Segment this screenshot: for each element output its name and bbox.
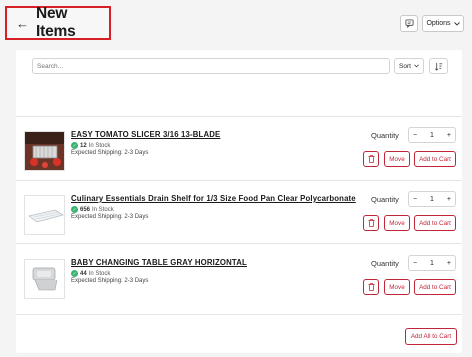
sort-order-icon: [435, 62, 443, 71]
move-button[interactable]: Move: [384, 151, 410, 167]
page-header: ← New Items Options: [0, 0, 472, 45]
stock-count: 44: [80, 270, 87, 277]
changing-table-image: [25, 260, 64, 298]
stock-count: 656: [80, 206, 91, 213]
quantity-value[interactable]: 1: [430, 196, 434, 203]
minus-icon[interactable]: −: [413, 196, 417, 203]
quantity-label: Quantity: [371, 259, 399, 268]
product-image: [24, 259, 65, 299]
check-icon: ✓: [71, 206, 78, 213]
shipping-estimate: Expected Shipping: 2-3 Days: [71, 214, 149, 220]
chevron-down-icon: [453, 21, 460, 26]
quantity-stepper[interactable]: − 1 +: [408, 255, 456, 271]
stock-status: ✓ 44 In Stock: [71, 270, 110, 277]
quantity-label: Quantity: [371, 195, 399, 204]
quantity-stepper[interactable]: − 1 +: [408, 191, 456, 207]
plus-icon[interactable]: +: [447, 260, 451, 267]
divider: [16, 243, 462, 244]
plus-icon[interactable]: +: [447, 132, 451, 139]
chevron-down-icon: [414, 64, 419, 68]
items-panel: Sort EASY TOMATO SLICER 3/16 13-BLADE: [16, 50, 462, 353]
stock-status: ✓ 12 In Stock: [71, 142, 110, 149]
product-image: [24, 131, 65, 171]
back-arrow-icon[interactable]: ←: [16, 17, 29, 30]
add-all-to-cart-button[interactable]: Add All to Cart: [405, 328, 457, 345]
quantity-label: Quantity: [371, 131, 399, 140]
trash-icon: [368, 219, 374, 227]
product-image: [24, 195, 65, 235]
minus-icon[interactable]: −: [413, 260, 417, 267]
quantity-value[interactable]: 1: [430, 260, 434, 267]
stock-label: In Stock: [88, 142, 111, 149]
stock-count: 12: [80, 142, 87, 149]
stock-status: ✓ 656 In Stock: [71, 206, 114, 213]
trash-icon: [368, 283, 374, 291]
list-item: BABY CHANGING TABLE GRAY HORIZONTAL ✓ 44…: [16, 253, 462, 317]
product-name-link[interactable]: Culinary Essentials Drain Shelf for 1/3 …: [71, 194, 356, 203]
divider: [16, 180, 462, 181]
minus-icon[interactable]: −: [413, 132, 417, 139]
stock-label: In Stock: [92, 206, 114, 213]
options-label: Options: [426, 20, 451, 27]
options-button[interactable]: Options: [422, 15, 464, 32]
check-icon: ✓: [71, 270, 78, 277]
shipping-estimate: Expected Shipping: 2-3 Days: [71, 150, 149, 156]
quantity-stepper[interactable]: − 1 +: [408, 127, 456, 143]
move-button[interactable]: Move: [384, 279, 410, 295]
trash-icon: [368, 155, 374, 163]
stock-label: In Stock: [88, 270, 111, 277]
quantity-value[interactable]: 1: [430, 132, 434, 139]
search-input[interactable]: [32, 58, 390, 74]
shipping-estimate: Expected Shipping: 2-3 Days: [71, 278, 149, 284]
delete-button[interactable]: [363, 151, 379, 167]
page-title: New Items: [36, 5, 76, 40]
add-to-cart-button[interactable]: Add to Cart: [414, 215, 456, 231]
delete-button[interactable]: [363, 279, 379, 295]
comment-button[interactable]: [400, 15, 418, 32]
plus-icon[interactable]: +: [447, 196, 451, 203]
drain-shelf-image: [25, 196, 64, 234]
tomato-slicer-image: [25, 132, 64, 170]
sort-button[interactable]: Sort: [394, 58, 424, 74]
delete-button[interactable]: [363, 215, 379, 231]
sort-label: Sort: [399, 62, 411, 70]
add-to-cart-button[interactable]: Add to Cart: [414, 151, 456, 167]
move-button[interactable]: Move: [384, 215, 410, 231]
divider: [16, 314, 462, 315]
add-to-cart-button[interactable]: Add to Cart: [414, 279, 456, 295]
title-area: ← New Items: [5, 5, 111, 40]
sort-order-button[interactable]: [429, 58, 448, 74]
check-icon: ✓: [71, 142, 78, 149]
product-name-link[interactable]: EASY TOMATO SLICER 3/16 13-BLADE: [71, 130, 220, 139]
divider: [16, 116, 462, 117]
comment-icon: [404, 19, 414, 28]
product-name-link[interactable]: BABY CHANGING TABLE GRAY HORIZONTAL: [71, 258, 247, 267]
